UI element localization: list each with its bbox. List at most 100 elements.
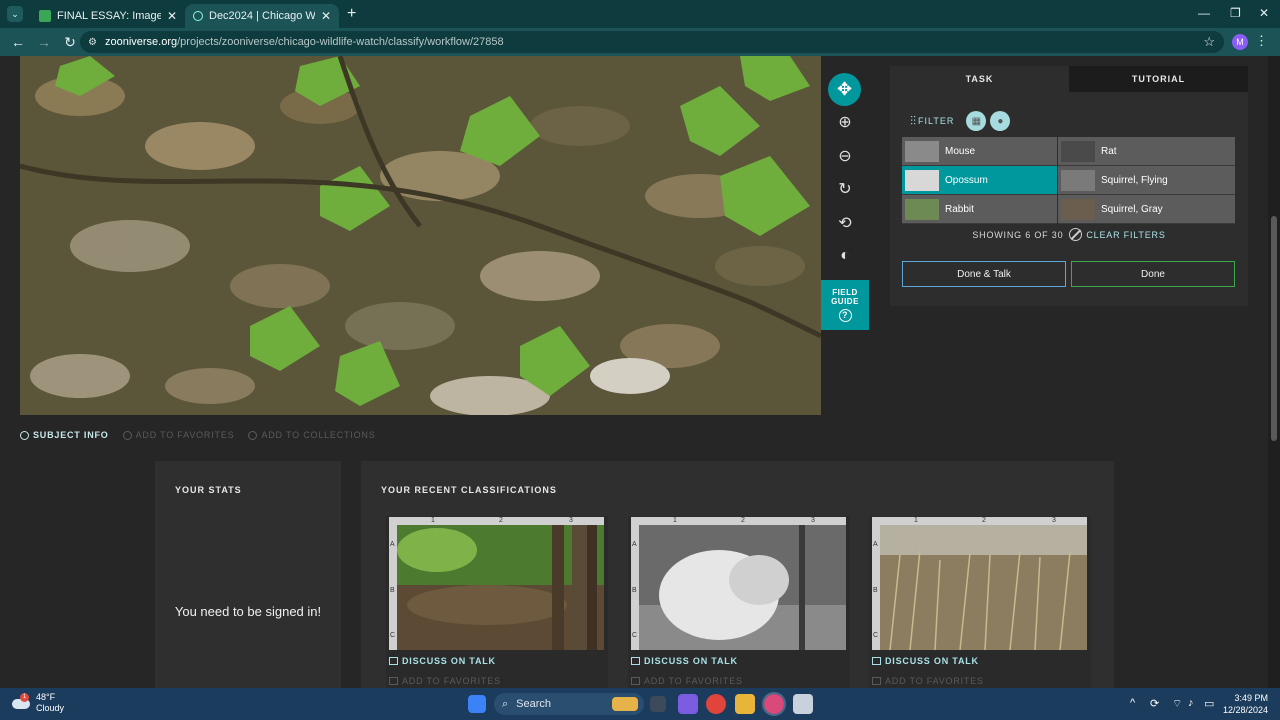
heart-icon bbox=[872, 677, 881, 685]
task-panel: TASK TUTORIAL ⫶⫶ FILTER ▦ ● Mouse Rat Op… bbox=[890, 66, 1248, 306]
show-hidden-icons[interactable]: ^ bbox=[1130, 697, 1135, 709]
choice-label: Mouse bbox=[945, 145, 976, 157]
add-to-favorites-button[interactable]: ADD TO FAVORITES bbox=[389, 676, 501, 686]
chrome-icon[interactable] bbox=[706, 694, 726, 714]
choice-rabbit[interactable]: Rabbit bbox=[902, 195, 1057, 224]
start-icon[interactable] bbox=[468, 695, 486, 713]
field-guide-label-2: GUIDE bbox=[831, 297, 859, 306]
page-scrollbar[interactable] bbox=[1268, 56, 1280, 688]
system-clock[interactable]: 3:49 PM 12/28/2024 bbox=[1223, 692, 1268, 716]
choice-rat[interactable]: Rat bbox=[1058, 137, 1235, 166]
done-button[interactable]: Done bbox=[1071, 261, 1235, 287]
windows-taskbar: 1 48°F Cloudy ⌕ Search ^ ⟳ ⌔ ♪ ▭ 3:49 PM… bbox=[0, 688, 1280, 720]
discuss-label: DISCUSS ON TALK bbox=[885, 656, 979, 666]
subject-image[interactable] bbox=[20, 56, 821, 415]
close-icon[interactable]: ✕ bbox=[167, 9, 177, 23]
snipping-tool-icon[interactable] bbox=[793, 694, 813, 714]
recent-thumbnail[interactable]: 123 ABC bbox=[389, 517, 604, 650]
grass-photo bbox=[880, 525, 1087, 650]
add-to-favorites-button[interactable]: ADD TO FAVORITES bbox=[872, 676, 984, 686]
choice-thumbnail bbox=[905, 198, 939, 220]
recent-title: YOUR RECENT CLASSIFICATIONS bbox=[381, 485, 557, 495]
grid-ruler: 123 bbox=[631, 517, 846, 525]
showing-text: SHOWING 6 OF 30 bbox=[972, 229, 1064, 240]
reset-icon[interactable]: ⟲ bbox=[833, 211, 857, 235]
back-icon[interactable]: ← bbox=[10, 34, 26, 50]
volume-icon[interactable]: ♪ bbox=[1188, 697, 1194, 709]
filter-chip-icon[interactable]: ▦ bbox=[966, 111, 987, 131]
profile-avatar[interactable]: M bbox=[1232, 34, 1248, 50]
talk-icon bbox=[631, 657, 640, 665]
url-field[interactable]: ⚙ zooniverse.org/projects/zooniverse/chi… bbox=[80, 31, 1224, 53]
add-to-favorites-button[interactable]: ADD TO FAVORITES bbox=[122, 430, 235, 440]
restore-icon[interactable]: ❐ bbox=[1230, 6, 1241, 20]
choice-label: Squirrel, Gray bbox=[1101, 203, 1163, 215]
address-bar-row: ← → ↻ ⚙ zooniverse.org/projects/zooniver… bbox=[0, 28, 1280, 56]
wifi-icon[interactable]: ⌔ bbox=[1172, 697, 1182, 711]
copilot-icon[interactable] bbox=[678, 694, 698, 714]
discuss-on-talk-link[interactable]: DISCUSS ON TALK bbox=[631, 656, 738, 666]
filter-button[interactable]: FILTER bbox=[918, 116, 954, 126]
choice-label: Rabbit bbox=[945, 203, 974, 215]
new-tab-icon[interactable]: + bbox=[347, 5, 356, 23]
discuss-on-talk-link[interactable]: DISCUSS ON TALK bbox=[389, 656, 496, 666]
zoom-out-icon[interactable]: ⊖ bbox=[833, 144, 857, 168]
sync-icon[interactable]: ⟳ bbox=[1150, 697, 1159, 710]
tab-search-icon[interactable]: ⌄ bbox=[7, 6, 23, 22]
recent-thumbnail[interactable]: 123 ABC bbox=[631, 517, 846, 650]
discuss-on-talk-link[interactable]: DISCUSS ON TALK bbox=[872, 656, 979, 666]
browser-tab-essay[interactable]: FINAL ESSAY: Imagery in The La ✕ bbox=[31, 4, 185, 28]
minimize-icon[interactable]: — bbox=[1198, 6, 1210, 20]
browser-tab-zooniverse[interactable]: Dec2024 | Chicago Wildlife Wat ✕ bbox=[185, 4, 339, 28]
file-explorer-icon[interactable] bbox=[735, 694, 755, 714]
tab-tutorial[interactable]: TUTORIAL bbox=[1069, 66, 1248, 92]
taskbar-search[interactable]: ⌕ Search bbox=[494, 693, 644, 715]
scrollbar-thumb[interactable] bbox=[1271, 216, 1277, 441]
choice-squirrel-gray[interactable]: Squirrel, Gray bbox=[1058, 195, 1235, 224]
info-icon bbox=[20, 430, 29, 440]
tab-task[interactable]: TASK bbox=[890, 66, 1069, 92]
recent-classifications-panel: YOUR RECENT CLASSIFICATIONS 123 ABC DISC… bbox=[361, 461, 1114, 688]
reload-icon[interactable]: ↻ bbox=[62, 34, 78, 51]
choice-thumbnail bbox=[905, 169, 939, 191]
bookmark-star-icon[interactable]: ☆ bbox=[1203, 34, 1215, 50]
question-icon: ? bbox=[838, 309, 852, 322]
close-window-icon[interactable]: ✕ bbox=[1259, 6, 1269, 20]
rotate-icon[interactable]: ↻ bbox=[833, 177, 857, 201]
done-and-talk-button[interactable]: Done & Talk bbox=[902, 261, 1066, 287]
choice-label: Rat bbox=[1101, 145, 1117, 157]
weather-temp: 48°F bbox=[36, 692, 56, 702]
subject-info-button[interactable]: SUBJECT INFO bbox=[20, 430, 109, 440]
url-path: /projects/zooniverse/chicago-wildlife-wa… bbox=[177, 36, 504, 48]
field-guide-button[interactable]: FIELD GUIDE ? bbox=[821, 280, 869, 330]
discuss-label: DISCUSS ON TALK bbox=[402, 656, 496, 666]
clear-filters-icon[interactable] bbox=[1069, 228, 1083, 241]
zoom-in-icon[interactable]: ⊕ bbox=[833, 110, 857, 134]
task-view-icon[interactable] bbox=[650, 696, 666, 712]
invert-icon[interactable]: ◐ bbox=[833, 244, 857, 268]
grid-ruler: 123 bbox=[389, 517, 604, 525]
choice-squirrel-flying[interactable]: Squirrel, Flying bbox=[1058, 166, 1235, 195]
choice-mouse[interactable]: Mouse bbox=[902, 137, 1057, 166]
clear-filters-link[interactable]: CLEAR FILTERS bbox=[1086, 230, 1165, 240]
add-to-collections-button[interactable]: ADD TO COLLECTIONS bbox=[248, 430, 375, 440]
filter-chip-icon[interactable]: ● bbox=[990, 111, 1011, 131]
choice-opossum[interactable]: Opossum bbox=[902, 166, 1057, 195]
weather-widget[interactable]: 1 48°F Cloudy bbox=[12, 692, 64, 714]
subject-meta-bar: SUBJECT INFO ADD TO FAVORITES ADD TO COL… bbox=[20, 430, 390, 440]
heart-icon bbox=[389, 677, 398, 685]
slides-favicon-icon bbox=[39, 10, 51, 22]
recent-thumbnail[interactable]: 123 ABC bbox=[872, 517, 1087, 650]
forward-icon[interactable]: → bbox=[36, 34, 52, 50]
close-icon[interactable]: ✕ bbox=[321, 9, 331, 23]
add-to-favorites-button[interactable]: ADD TO FAVORITES bbox=[631, 676, 743, 686]
site-settings-icon[interactable]: ⚙ bbox=[88, 37, 97, 48]
move-icon[interactable]: ✥ bbox=[828, 73, 861, 106]
battery-icon[interactable]: ▭ bbox=[1204, 697, 1214, 710]
favorites-label: ADD TO FAVORITES bbox=[402, 676, 501, 686]
chrome-profile-icon[interactable] bbox=[762, 692, 786, 716]
browser-menu-icon[interactable]: ⋮ bbox=[1255, 33, 1268, 49]
filter-sliders-icon[interactable]: ⫶⫶ bbox=[910, 114, 916, 129]
search-label: Search bbox=[516, 698, 552, 710]
choice-thumbnail bbox=[1061, 198, 1095, 220]
